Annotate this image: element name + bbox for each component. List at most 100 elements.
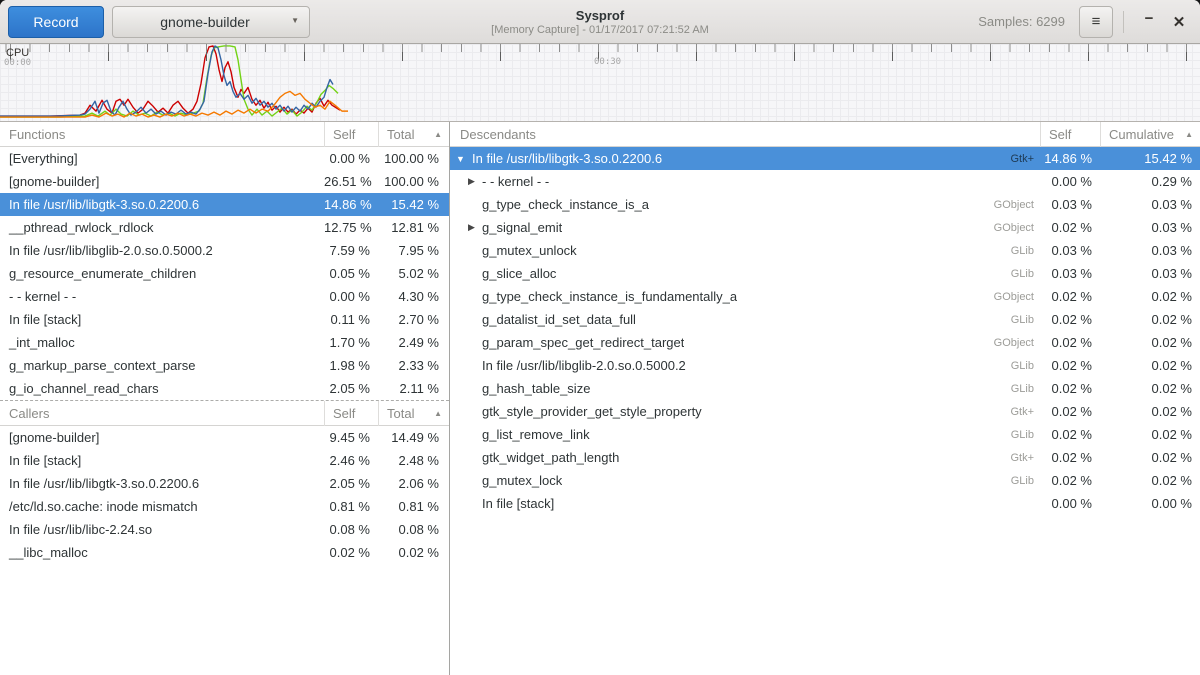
caller-self-percent: 2.46 %: [324, 453, 378, 468]
dropdown-caret-icon: ▼: [291, 16, 299, 25]
descendant-cumulative-percent: 0.02 %: [1100, 473, 1200, 488]
library-tag: GObject: [994, 291, 1040, 303]
descendant-name: g_datalist_id_set_data_full: [482, 312, 636, 327]
descendant-row[interactable]: ▼ In file /usr/lib/libgtk-3.so.0.2200.6 …: [450, 147, 1200, 170]
function-name: [gnome-builder]: [0, 174, 324, 189]
close-button[interactable]: ✕: [1164, 7, 1194, 37]
function-self-percent: 1.70 %: [324, 335, 378, 350]
minimize-icon: −: [1145, 10, 1154, 27]
process-selector-dropdown[interactable]: gnome-builder ▼: [112, 6, 310, 38]
function-row[interactable]: __pthread_rwlock_rdlock 12.75 % 12.81 %: [0, 216, 449, 239]
expander-icon[interactable]: ▶: [468, 222, 482, 233]
descendant-name: g_hash_table_size: [482, 381, 590, 396]
descendant-self-percent: 0.02 %: [1040, 381, 1100, 396]
caller-row[interactable]: [gnome-builder] 9.45 % 14.49 %: [0, 426, 449, 449]
time-label-mid: 00:30: [594, 57, 621, 67]
descendant-row[interactable]: gtk_style_provider_get_style_property Gt…: [450, 400, 1200, 423]
descendant-cumulative-percent: 0.03 %: [1100, 243, 1200, 258]
caller-row[interactable]: In file /usr/lib/libc-2.24.so 0.08 % 0.0…: [0, 518, 449, 541]
caller-self-percent: 0.81 %: [324, 499, 378, 514]
cpu-graph[interactable]: CPU 00:00 00:30: [0, 44, 1200, 122]
left-pane: Functions Self Total ▲ [Everything] 0.00…: [0, 122, 450, 675]
headerbar: Record gnome-builder ▼ Sysprof [Memory C…: [0, 0, 1200, 44]
descendant-name: gtk_widget_path_length: [482, 450, 619, 465]
descendant-row[interactable]: g_mutex_lock GLib 0.02 % 0.02 %: [450, 469, 1200, 492]
function-row[interactable]: In file /usr/lib/libglib-2.0.so.0.5000.2…: [0, 239, 449, 262]
descendant-row[interactable]: g_param_spec_get_redirect_target GObject…: [450, 331, 1200, 354]
process-selector-label: gnome-builder: [160, 14, 250, 30]
descendant-row[interactable]: ▶ - - kernel - - 0.00 % 0.29 %: [450, 170, 1200, 193]
descendant-cumulative-percent: 0.03 %: [1100, 197, 1200, 212]
descendant-cumulative-percent: 0.02 %: [1100, 404, 1200, 419]
descendants-self-column-header[interactable]: Self: [1040, 122, 1100, 147]
menu-button[interactable]: ≡: [1079, 6, 1113, 38]
callers-self-column-header[interactable]: Self: [324, 401, 378, 426]
descendant-row[interactable]: g_hash_table_size GLib 0.02 % 0.02 %: [450, 377, 1200, 400]
minimize-button[interactable]: −: [1134, 7, 1164, 37]
function-self-percent: 0.00 %: [324, 151, 378, 166]
functions-self-column-header[interactable]: Self: [324, 122, 378, 147]
callers-column-header[interactable]: Callers: [0, 401, 324, 426]
function-total-percent: 4.30 %: [378, 289, 449, 304]
function-row[interactable]: g_markup_parse_context_parse 1.98 % 2.33…: [0, 354, 449, 377]
expander-icon[interactable]: ▼: [456, 154, 472, 164]
function-row[interactable]: In file [stack] 0.11 % 2.70 %: [0, 308, 449, 331]
cpu-usage-chart: [0, 44, 1200, 121]
descendant-row[interactable]: g_list_remove_link GLib 0.02 % 0.02 %: [450, 423, 1200, 446]
descendant-cumulative-percent: 0.02 %: [1100, 381, 1200, 396]
descendant-row[interactable]: g_mutex_unlock GLib 0.03 % 0.03 %: [450, 239, 1200, 262]
functions-column-header[interactable]: Functions: [0, 122, 324, 147]
descendant-row[interactable]: g_datalist_id_set_data_full GLib 0.02 % …: [450, 308, 1200, 331]
library-tag: GLib: [1011, 360, 1040, 372]
time-label-start: 00:00: [4, 58, 31, 68]
function-row[interactable]: [gnome-builder] 26.51 % 100.00 %: [0, 170, 449, 193]
function-row[interactable]: g_io_channel_read_chars 2.05 % 2.11 %: [0, 377, 449, 400]
descendant-cumulative-percent: 0.00 %: [1100, 496, 1200, 511]
descendant-self-percent: 0.02 %: [1040, 312, 1100, 327]
function-row[interactable]: - - kernel - - 0.00 % 4.30 %: [0, 285, 449, 308]
expander-icon[interactable]: ▶: [468, 176, 482, 187]
close-icon: ✕: [1173, 13, 1186, 31]
record-button[interactable]: Record: [8, 6, 104, 38]
function-total-percent: 2.11 %: [378, 381, 449, 396]
caller-name: __libc_malloc: [0, 545, 324, 560]
functions-total-label: Total: [387, 127, 414, 142]
function-row[interactable]: _int_malloc 1.70 % 2.49 %: [0, 331, 449, 354]
function-row[interactable]: g_resource_enumerate_children 0.05 % 5.0…: [0, 262, 449, 285]
descendant-name: In file /usr/lib/libglib-2.0.so.0.5000.2: [482, 358, 686, 373]
library-tag: Gtk+: [1010, 452, 1040, 464]
callers-total-column-header[interactable]: Total ▲: [378, 401, 449, 426]
library-tag: GLib: [1011, 383, 1040, 395]
descendants-cumulative-column-header[interactable]: Cumulative ▲: [1100, 122, 1200, 147]
sort-ascending-icon: ▲: [1185, 130, 1193, 139]
descendants-column-header[interactable]: Descendants: [450, 122, 1040, 147]
descendant-row[interactable]: gtk_widget_path_length Gtk+ 0.02 % 0.02 …: [450, 446, 1200, 469]
caller-row[interactable]: In file [stack] 2.46 % 2.48 %: [0, 449, 449, 472]
function-row[interactable]: In file /usr/lib/libgtk-3.so.0.2200.6 14…: [0, 193, 449, 216]
descendant-cumulative-percent: 0.02 %: [1100, 289, 1200, 304]
descendant-row[interactable]: g_slice_alloc GLib 0.03 % 0.03 %: [450, 262, 1200, 285]
descendant-row[interactable]: g_type_check_instance_is_a GObject 0.03 …: [450, 193, 1200, 216]
function-self-percent: 1.98 %: [324, 358, 378, 373]
descendant-row[interactable]: g_type_check_instance_is_fundamentally_a…: [450, 285, 1200, 308]
function-total-percent: 2.70 %: [378, 312, 449, 327]
caller-row[interactable]: /etc/ld.so.cache: inode mismatch 0.81 % …: [0, 495, 449, 518]
function-total-percent: 2.49 %: [378, 335, 449, 350]
function-row[interactable]: [Everything] 0.00 % 100.00 %: [0, 147, 449, 170]
descendant-row[interactable]: In file [stack] 0.00 % 0.00 %: [450, 492, 1200, 515]
hamburger-icon: ≡: [1092, 13, 1101, 30]
caller-row[interactable]: In file /usr/lib/libgtk-3.so.0.2200.6 2.…: [0, 472, 449, 495]
function-self-percent: 2.05 %: [324, 381, 378, 396]
functions-total-column-header[interactable]: Total ▲: [378, 122, 449, 147]
function-name: _int_malloc: [0, 335, 324, 350]
caller-row[interactable]: __libc_malloc 0.02 % 0.02 %: [0, 541, 449, 564]
function-name: __pthread_rwlock_rdlock: [0, 220, 324, 235]
functions-rows: [Everything] 0.00 % 100.00 % [gnome-buil…: [0, 147, 449, 400]
descendant-row[interactable]: In file /usr/lib/libglib-2.0.so.0.5000.2…: [450, 354, 1200, 377]
window-subtitle: [Memory Capture] - 01/17/2017 07:21:52 A…: [491, 24, 709, 37]
callers-total-label: Total: [387, 406, 414, 421]
caller-self-percent: 0.02 %: [324, 545, 378, 560]
descendant-row[interactable]: ▶ g_signal_emit GObject 0.02 % 0.03 %: [450, 216, 1200, 239]
descendant-cumulative-percent: 0.02 %: [1100, 427, 1200, 442]
caller-total-percent: 0.08 %: [378, 522, 449, 537]
